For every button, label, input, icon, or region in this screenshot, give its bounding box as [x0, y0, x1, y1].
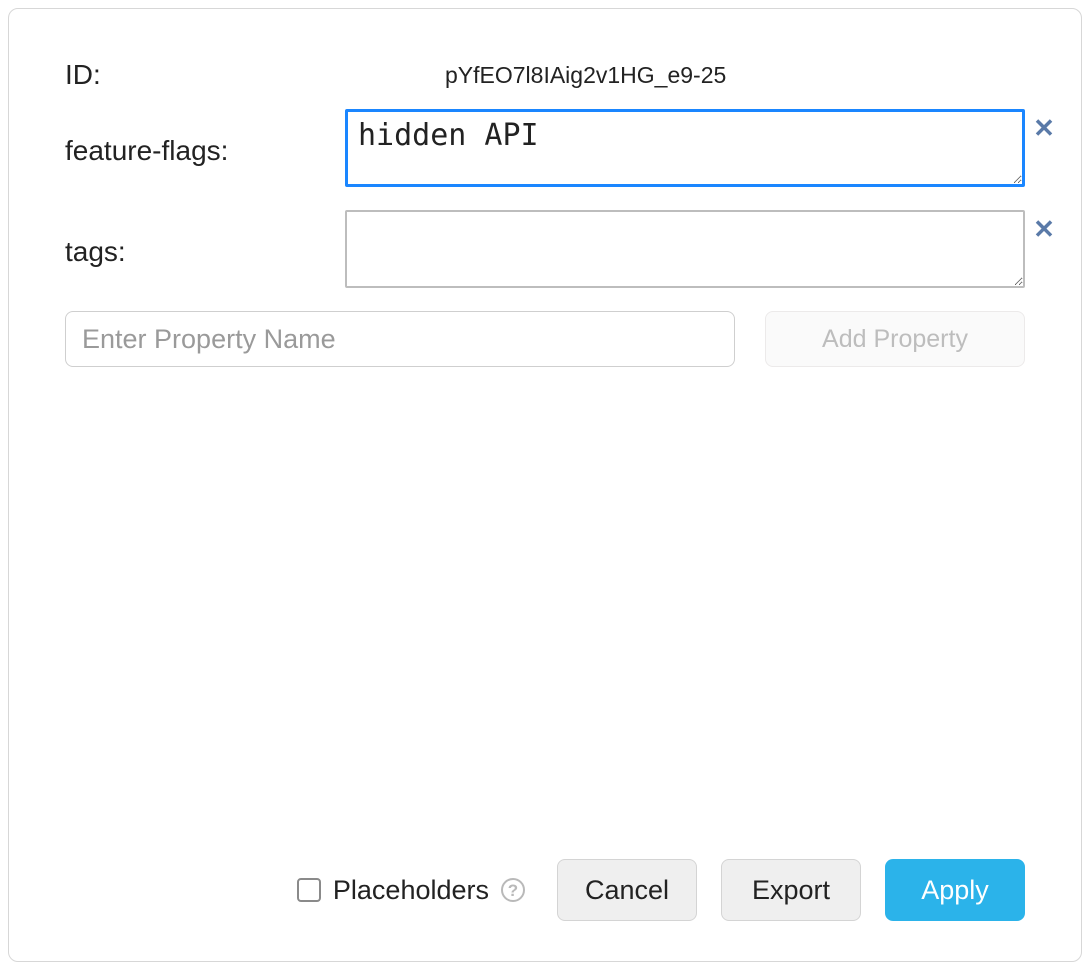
properties-panel: ID: pYfEO7l8IAig2v1HG_e9-25 feature-flag…: [8, 8, 1082, 962]
add-property-row: Add Property: [65, 311, 1025, 367]
placeholders-label: Placeholders: [333, 875, 489, 906]
feature-flags-input[interactable]: [345, 109, 1025, 187]
tags-input[interactable]: [345, 210, 1025, 288]
apply-button[interactable]: Apply: [885, 859, 1025, 921]
feature-flags-label: feature-flags:: [65, 135, 345, 167]
feature-flags-wrap: ✕: [345, 109, 1025, 192]
feature-flags-row: feature-flags: ✕: [65, 109, 1025, 192]
tags-wrap: ✕: [345, 210, 1025, 293]
placeholders-checkbox[interactable]: [297, 878, 321, 902]
help-icon[interactable]: ?: [501, 878, 525, 902]
property-name-input[interactable]: [65, 311, 735, 367]
export-button[interactable]: Export: [721, 859, 861, 921]
cancel-button[interactable]: Cancel: [557, 859, 697, 921]
dialog-footer: Placeholders ? Cancel Export Apply: [65, 845, 1025, 921]
remove-feature-flags-icon[interactable]: ✕: [1033, 117, 1055, 139]
id-label: ID:: [65, 59, 345, 91]
id-value-wrap: pYfEO7l8IAig2v1HG_e9-25: [345, 62, 1025, 89]
tags-label: tags:: [65, 236, 345, 268]
tags-row: tags: ✕: [65, 210, 1025, 293]
id-row: ID: pYfEO7l8IAig2v1HG_e9-25: [65, 59, 1025, 91]
properties-form: ID: pYfEO7l8IAig2v1HG_e9-25 feature-flag…: [65, 59, 1025, 845]
placeholders-toggle[interactable]: Placeholders ?: [297, 875, 525, 906]
remove-tags-icon[interactable]: ✕: [1033, 218, 1055, 240]
add-property-button[interactable]: Add Property: [765, 311, 1025, 367]
id-value: pYfEO7l8IAig2v1HG_e9-25: [445, 62, 726, 89]
